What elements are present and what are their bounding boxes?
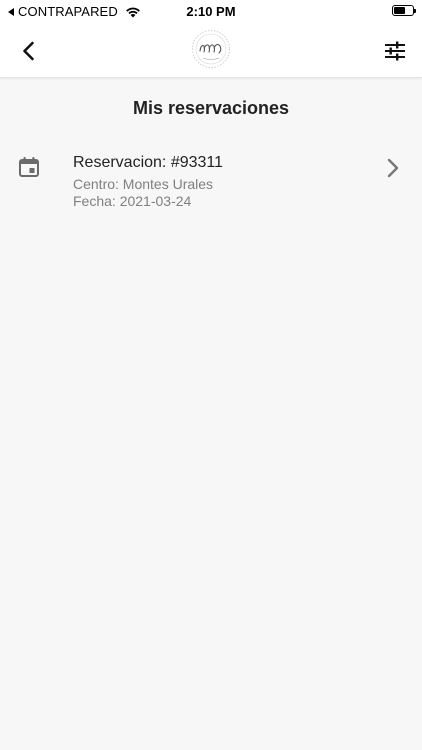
filter-button[interactable] [378, 34, 412, 68]
back-button[interactable] [12, 34, 46, 68]
brand-logo [192, 30, 230, 68]
tune-sliders-icon [385, 41, 405, 61]
chevron-left-icon [23, 41, 34, 61]
battery-icon [392, 5, 416, 16]
status-time: 2:10 PM [186, 4, 236, 19]
battery-fill [394, 7, 405, 14]
battery-nub [414, 9, 416, 13]
status-bar: CONTRAPARED 2:10 PM [0, 0, 422, 22]
page-title: Mis reservaciones [132, 98, 290, 118]
app-header [0, 22, 422, 78]
calendar-icon [19, 157, 39, 177]
reservation-list-item[interactable]: Reservacion: #93311 Centro: Montes Urale… [0, 146, 422, 218]
reservation-text: Reservacion: #93311 Centro: Montes Urale… [73, 153, 223, 210]
reservation-title: Reservacion: #93311 [73, 154, 224, 171]
reservation-center: Centro: Montes Urales [73, 176, 214, 192]
chevron-right-icon [387, 158, 399, 178]
reservation-date: Fecha: 2021-03-24 [73, 193, 192, 209]
